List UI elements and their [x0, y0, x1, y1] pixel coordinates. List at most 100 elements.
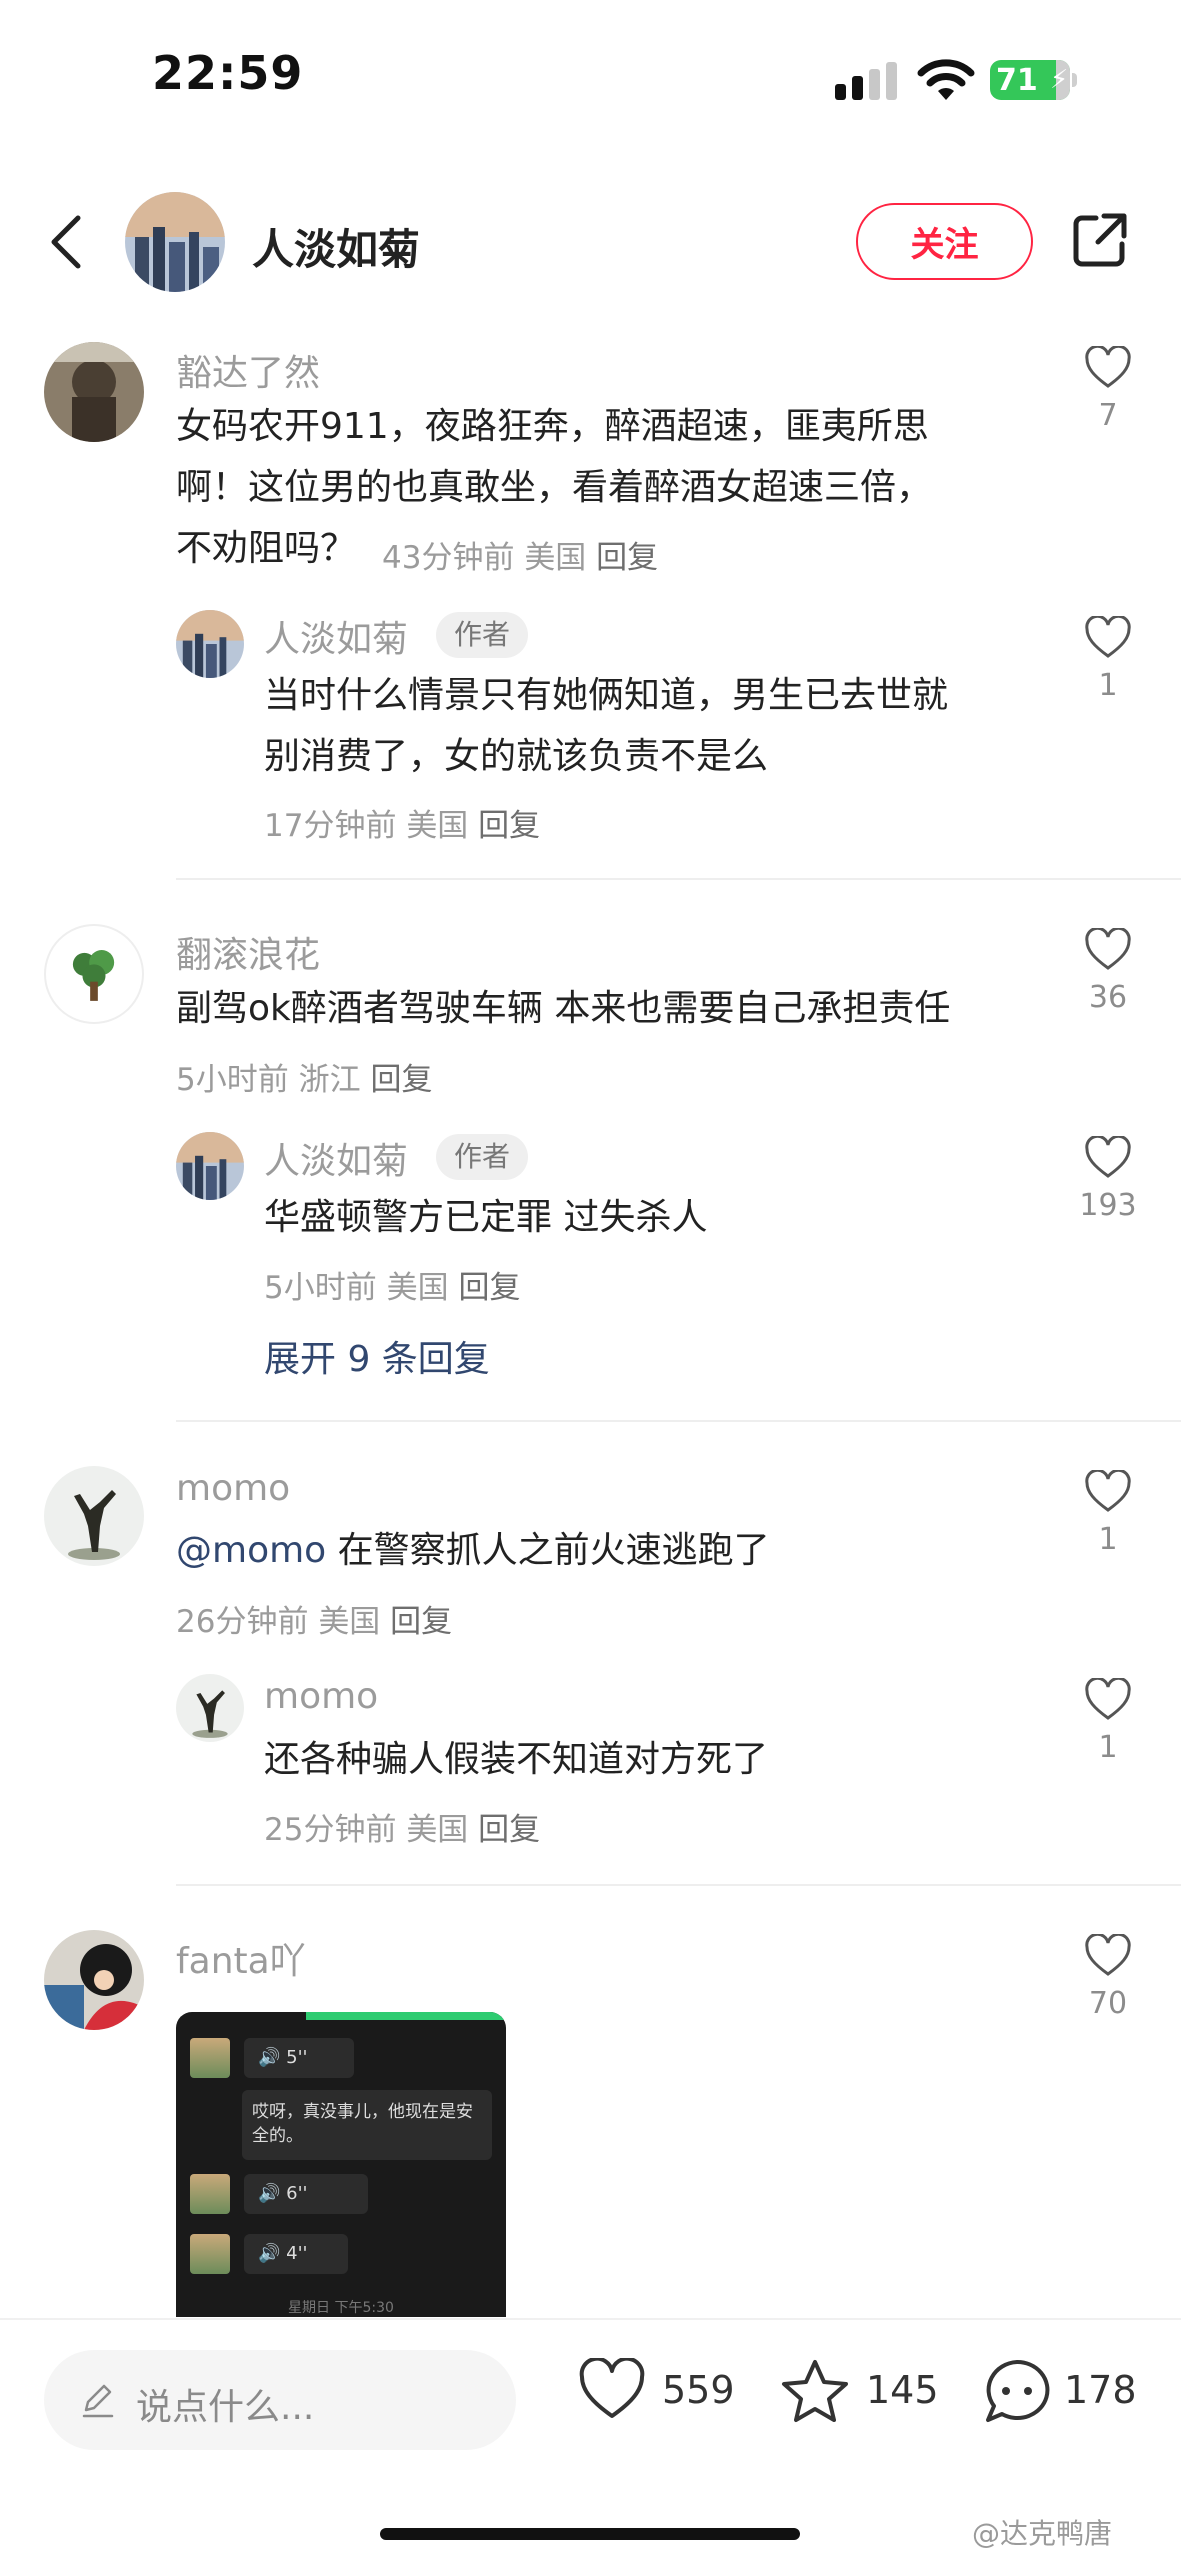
heart-icon: [1085, 616, 1131, 658]
voice-duration: 6'': [286, 2183, 308, 2204]
reply-time: 17分钟前: [264, 808, 397, 844]
comment-time: 43分钟前: [382, 540, 515, 576]
comment-text: 副驾ok醉酒者驾驶车辆 本来也需要自己承担责任: [176, 988, 951, 1029]
comment-text: @momo 在警察抓人之前火速逃跑了: [176, 1520, 770, 1581]
comment-text-body: 在警察抓人之前火速逃跑了: [337, 1530, 770, 1571]
voice-message: 🔊 4'': [244, 2234, 348, 2274]
reply-button[interactable]: 回复: [596, 540, 658, 576]
replier-avatar[interactable]: [176, 1132, 244, 1200]
commenter-avatar[interactable]: [44, 1466, 144, 1566]
comment-meta: 43分钟前 美国 回复: [382, 532, 658, 577]
like-button[interactable]: 1: [1068, 1470, 1148, 1557]
heart-icon: [1085, 1470, 1131, 1512]
expand-replies-link[interactable]: 展开 9 条回复: [264, 1330, 490, 1382]
like-button[interactable]: 36: [1068, 928, 1148, 1015]
heart-icon: [1085, 346, 1131, 388]
reply-meta: 25分钟前 美国 回复: [264, 1804, 540, 1849]
author-tag: 作者: [436, 612, 529, 658]
comment-time: 5小时前: [176, 1062, 289, 1098]
comment-total: 178: [1064, 2368, 1137, 2412]
divider: [176, 1420, 1181, 1422]
comment-bubble-icon: [986, 2359, 1050, 2422]
comment-input[interactable]: 说点什么...: [44, 2350, 516, 2450]
reply-text: 当时什么情景只有她俩知道，男生已去世就: [264, 675, 949, 716]
comment-location: 浙江: [298, 1062, 361, 1098]
like-button[interactable]: 1: [1068, 616, 1148, 703]
commenter-avatar[interactable]: [44, 1930, 144, 2030]
battery-icon: 71 ⚡: [990, 60, 1078, 100]
like-button[interactable]: 70: [1068, 1934, 1148, 2021]
reply-text: 还各种骗人假装不知道对方死了: [264, 1739, 769, 1780]
replier-name[interactable]: 人淡如菊: [264, 1132, 408, 1184]
reply-button[interactable]: 回复: [370, 1062, 432, 1098]
comment-time: 26分钟前: [176, 1604, 309, 1640]
note-header: 人淡如菊 关注: [0, 180, 1181, 300]
like-note-button[interactable]: 559: [578, 2352, 738, 2432]
status-time: 22:59: [152, 46, 304, 100]
heart-icon: [1085, 1934, 1131, 1976]
follow-button[interactable]: 关注: [856, 203, 1033, 280]
reply-time: 5小时前: [264, 1270, 377, 1306]
reply-button[interactable]: 回复: [390, 1604, 452, 1640]
pencil-icon: [82, 2384, 114, 2418]
chat-avatar: [190, 2038, 230, 2078]
like-button[interactable]: 1: [1068, 1678, 1148, 1765]
image-topbar: [306, 2012, 506, 2020]
replier-avatar[interactable]: [176, 610, 244, 678]
cellular-signal-icon: [835, 62, 899, 100]
commenter-name[interactable]: momo: [176, 1468, 290, 1509]
replier-name[interactable]: 人淡如菊: [264, 610, 408, 662]
commenter-name[interactable]: fanta吖: [176, 1932, 306, 1984]
commenter-name[interactable]: 翻滚浪花: [176, 926, 320, 978]
voice-duration: 4'': [286, 2243, 308, 2264]
star-icon: [782, 2360, 848, 2422]
chat-avatar: [190, 2174, 230, 2214]
reply-button[interactable]: 回复: [478, 808, 540, 844]
like-count: 193: [1079, 1188, 1137, 1223]
replier-name[interactable]: momo: [264, 1676, 378, 1717]
reply-location: 美国: [406, 1812, 469, 1848]
comments-button[interactable]: 178: [982, 2352, 1162, 2432]
author-avatar[interactable]: [125, 192, 225, 292]
heart-icon: [1085, 928, 1131, 970]
reply-text: 别消费了，女的就该负责不是么: [264, 736, 769, 777]
like-count: 36: [1088, 980, 1128, 1015]
reply-text: 华盛顿警方已定罪 过失杀人: [264, 1197, 708, 1238]
comment-text: 啊！这位男的也真敢坐，看着醉酒女超速三倍，: [176, 467, 933, 508]
like-count: 70: [1088, 1986, 1128, 2021]
comment-location: 美国: [318, 1604, 381, 1640]
reply-meta: 17分钟前 美国 回复: [264, 800, 540, 845]
reply-time: 25分钟前: [264, 1812, 397, 1848]
battery-percent: 71: [996, 63, 1038, 98]
commenter-avatar[interactable]: [44, 342, 144, 442]
author-name[interactable]: 人淡如菊: [252, 216, 420, 277]
like-count: 1: [1098, 1522, 1118, 1557]
reply-button[interactable]: 回复: [478, 1812, 540, 1848]
favorite-total: 145: [866, 2368, 939, 2412]
chat-text-bubble: 哎呀，真没事儿，他现在是安全的。: [242, 2090, 492, 2160]
comment-text: 女码农开911，夜路狂奔，醉酒超速，匪夷所思: [176, 406, 929, 447]
like-count: 1: [1098, 1730, 1118, 1765]
divider: [176, 1884, 1181, 1886]
replier-avatar[interactable]: [176, 1674, 244, 1742]
commenter-avatar[interactable]: [44, 924, 144, 1024]
like-button[interactable]: 193: [1068, 1136, 1148, 1223]
like-button[interactable]: 7: [1068, 346, 1148, 433]
commenter-name[interactable]: 豁达了然: [176, 344, 320, 396]
share-icon[interactable]: [1068, 208, 1132, 272]
like-count: 1: [1098, 668, 1118, 703]
reply-meta: 5小时前 美国 回复: [264, 1262, 520, 1307]
voice-message: 🔊 5'': [244, 2038, 354, 2078]
mention-link[interactable]: @momo: [176, 1530, 326, 1571]
reply-location: 美国: [406, 808, 469, 844]
reply-button[interactable]: 回复: [458, 1270, 520, 1306]
weibo-watermark: @达克鸭唐: [972, 2517, 1113, 2550]
author-tag: 作者: [436, 1134, 529, 1180]
heart-icon: [1085, 1678, 1131, 1720]
comment-image[interactable]: 🔊 5'' 哎呀，真没事儿，他现在是安全的。 🔊 6'' 🔊 4'' 星期日 下…: [176, 2012, 506, 2317]
comment-input-placeholder: 说点什么...: [136, 2387, 315, 2428]
favorite-button[interactable]: 145: [780, 2352, 940, 2432]
status-bar: 22:59 71 ⚡: [0, 0, 1181, 150]
home-indicator[interactable]: [380, 2528, 800, 2540]
back-arrow-icon[interactable]: [44, 212, 88, 272]
